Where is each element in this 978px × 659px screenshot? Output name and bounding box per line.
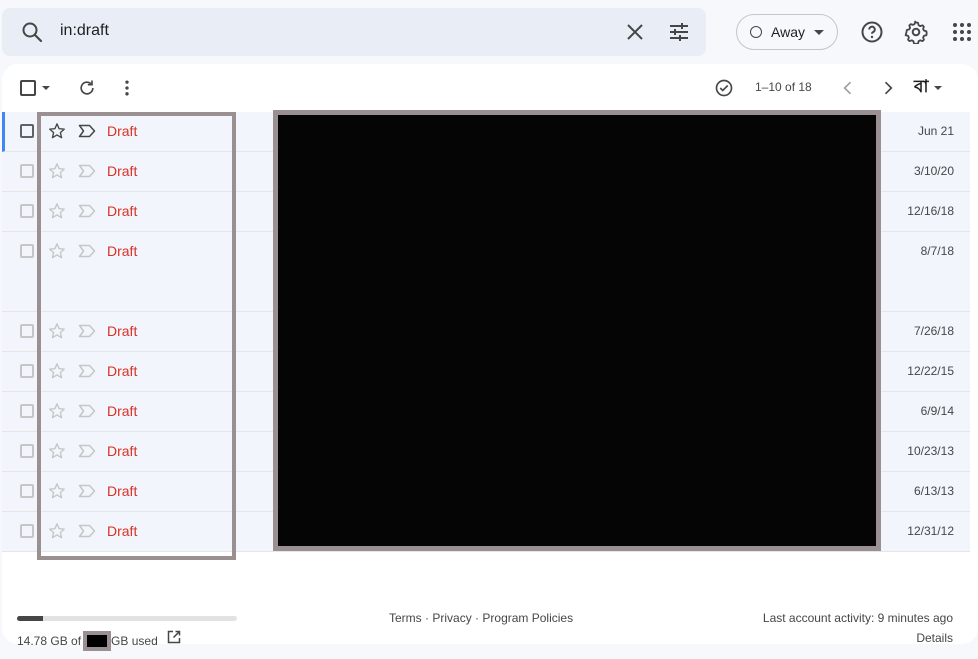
search-bar [2,8,706,56]
input-tools-button[interactable]: বা [914,76,943,100]
tune-icon[interactable] [667,20,691,44]
search-icon[interactable] [20,20,44,44]
last-activity-text: Last account activity: 9 minutes ago [762,611,953,625]
row-date: 12/16/18 [907,204,954,218]
open-in-new-icon[interactable] [166,629,182,645]
redacted-value [83,631,112,651]
chevron-down-icon [813,29,824,35]
row-date: 6/9/14 [920,404,954,418]
footer-links: Terms · Privacy · Program Policies [389,611,573,625]
row-date: Jun 21 [917,124,954,138]
row-date: 12/22/15 [907,364,954,378]
help-icon[interactable] [860,20,884,44]
row-checkbox[interactable] [20,524,34,538]
chevron-left-icon[interactable] [838,78,858,98]
row-date: 6/13/13 [913,484,954,498]
row-checkbox[interactable] [20,364,34,378]
status-dropdown[interactable]: Away [736,14,838,50]
row-date: 7/26/18 [913,324,954,338]
row-checkbox[interactable] [20,124,34,138]
row-checkbox[interactable] [20,444,34,458]
status-circle-icon [750,26,762,38]
search-input[interactable] [60,22,580,40]
terms-link[interactable]: Terms [389,611,422,625]
chevron-down-icon[interactable] [40,82,52,94]
storage-unit: GB used [111,634,158,648]
row-date: 12/31/12 [907,524,954,538]
refresh-icon[interactable] [77,78,97,98]
list-toolbar: 1–10 of 18 বা [2,64,978,112]
task-done-icon[interactable] [714,78,734,98]
program-policies-link[interactable]: Program Policies [482,611,573,625]
separator: · [475,611,480,625]
row-checkbox[interactable] [20,324,34,338]
row-checkbox[interactable] [20,204,34,218]
separator: · [425,611,430,625]
details-link[interactable]: Details [916,631,953,645]
status-label: Away [771,24,805,40]
row-checkbox[interactable] [20,164,34,178]
highlight-box [37,112,236,560]
storage-meter-fill [17,616,44,621]
redacted-region [273,110,881,551]
close-icon[interactable] [623,20,647,44]
chevron-down-icon [934,86,943,90]
storage-used: 14.78 GB of [17,634,82,648]
row-date: 8/7/18 [920,244,954,258]
gear-icon[interactable] [904,20,928,44]
row-date: 3/10/20 [913,164,954,178]
storage-meter [17,616,237,621]
row-date: 10/23/13 [907,444,954,458]
row-checkbox[interactable] [20,244,34,258]
privacy-link[interactable]: Privacy [432,611,471,625]
row-checkbox[interactable] [20,404,34,418]
apps-grid-icon[interactable] [950,20,974,44]
more-vert-icon[interactable] [117,78,137,98]
chevron-right-icon[interactable] [878,78,898,98]
input-tools-label: বা [914,77,929,96]
row-checkbox[interactable] [20,484,34,498]
select-all-checkbox[interactable] [20,80,36,96]
pager-text: 1–10 of 18 [755,80,812,94]
storage-text: 14.78 GB of GB used [17,631,158,651]
